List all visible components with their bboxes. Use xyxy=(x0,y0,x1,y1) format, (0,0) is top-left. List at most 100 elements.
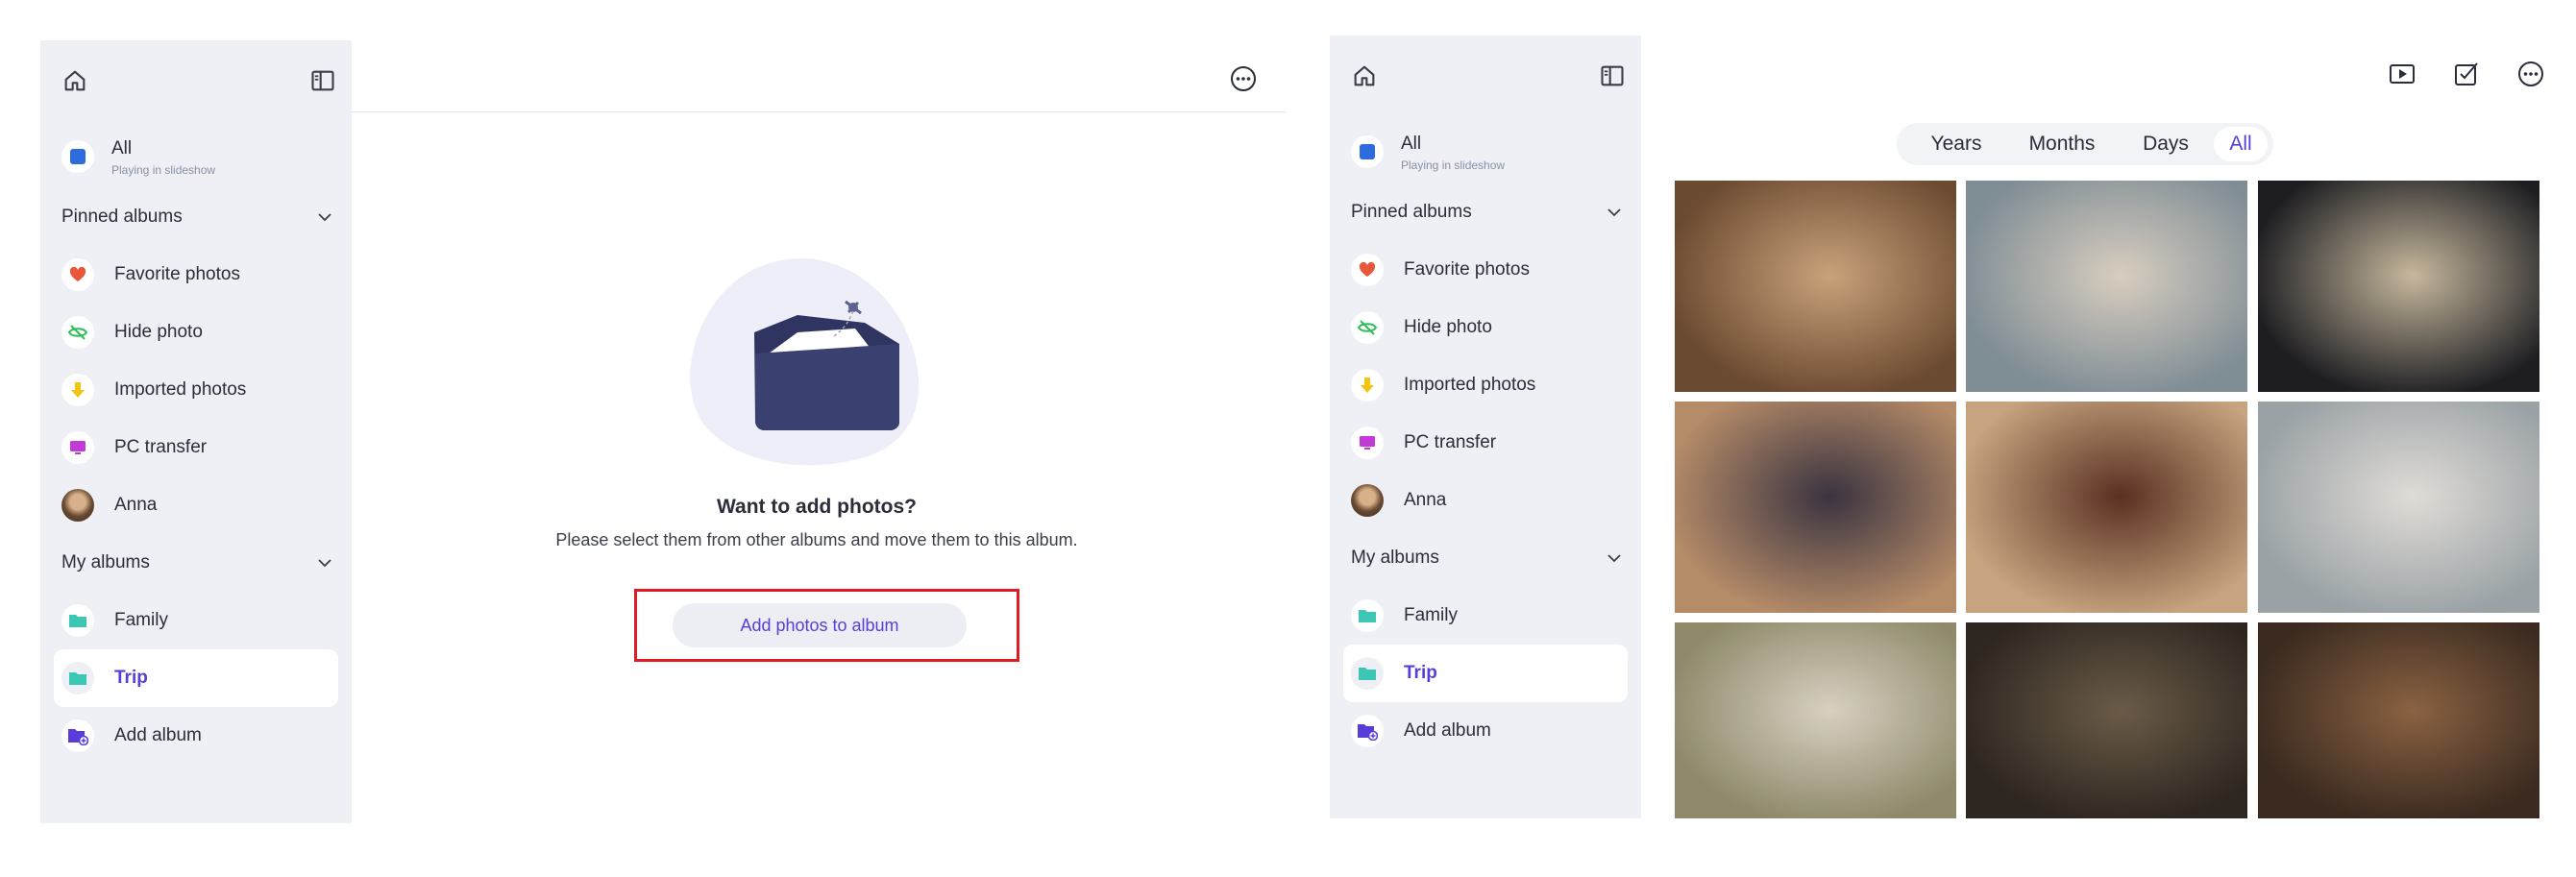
section-label: My albums xyxy=(61,552,150,572)
sidebar-item-hide-photo[interactable]: Hide photo xyxy=(54,304,338,361)
empty-album-illustration xyxy=(690,258,920,466)
folder-icon xyxy=(1351,599,1384,632)
right-window: All Playing in slideshow Pinned albums F… xyxy=(1288,0,2576,877)
sidebar-item-all[interactable]: All Playing in slideshow xyxy=(1343,124,1628,178)
add-photos-button[interactable]: Add photos to album xyxy=(673,603,967,647)
folder-icon xyxy=(61,662,94,694)
header-divider xyxy=(352,111,1286,112)
sidebar-item-hide-photo[interactable]: Hide photo xyxy=(1343,299,1628,356)
add-folder-icon xyxy=(1351,715,1384,747)
sidebar-item-pc-transfer[interactable]: PC transfer xyxy=(54,419,338,476)
section-label: My albums xyxy=(1351,548,1439,568)
sidebar-item-label: Trip xyxy=(114,668,148,688)
folder-icon xyxy=(61,604,94,637)
more-options-icon[interactable] xyxy=(2515,59,2546,89)
photo-4[interactable] xyxy=(1675,402,1956,613)
sidebar-item-label: PC transfer xyxy=(1404,432,1497,452)
sidebar-item-imported-photos[interactable]: Imported photos xyxy=(1343,356,1628,414)
pinned-albums-header[interactable]: Pinned albums xyxy=(61,200,334,234)
heart-icon xyxy=(1351,254,1384,286)
slideshow-status: Playing in slideshow xyxy=(111,163,216,177)
sidebar-item-label: Family xyxy=(1404,605,1458,625)
sidebar-item-label: Hide photo xyxy=(1404,317,1492,337)
add-folder-icon xyxy=(61,719,94,752)
sidebar-item-label: Favorite photos xyxy=(1404,259,1530,280)
sidebar-item-imported-photos[interactable]: Imported photos xyxy=(54,361,338,419)
download-icon xyxy=(1351,369,1384,402)
chevron-down-icon[interactable] xyxy=(315,207,334,227)
photo-8[interactable] xyxy=(1966,622,2247,818)
empty-state: Want to add photos? Please select them f… xyxy=(480,496,1153,553)
photo-6[interactable] xyxy=(2258,402,2539,613)
left-window: All Playing in slideshow Pinned albums F… xyxy=(0,0,1288,877)
sidebar-item-anna[interactable]: Anna xyxy=(1343,472,1628,529)
section-label: Pinned albums xyxy=(61,207,183,227)
sidebar-item-label: PC transfer xyxy=(114,437,208,457)
photo-3[interactable] xyxy=(2258,181,2539,392)
section-label: Pinned albums xyxy=(1351,202,1472,222)
sidebar-toggle-icon[interactable] xyxy=(309,67,336,94)
home-icon[interactable] xyxy=(1351,62,1378,89)
sidebar-item-family[interactable]: Family xyxy=(54,592,338,649)
my-albums-header[interactable]: My albums xyxy=(61,546,334,580)
avatar xyxy=(1351,484,1384,517)
sidebar-item-label: Add album xyxy=(1404,720,1491,741)
sidebar-item-label: All xyxy=(111,138,133,158)
eye-off-icon xyxy=(61,316,94,349)
sidebar-item-label: Add album xyxy=(114,725,202,745)
my-albums-header[interactable]: My albums xyxy=(1351,541,1624,575)
slideshow-status: Playing in slideshow xyxy=(1401,158,1506,172)
tab-months[interactable]: Months xyxy=(2006,127,2118,161)
more-options-icon[interactable] xyxy=(1228,63,1259,94)
sidebar: All Playing in slideshow Pinned albums F… xyxy=(40,40,352,823)
tab-days[interactable]: Days xyxy=(2118,127,2214,161)
sidebar-item-label: Trip xyxy=(1404,663,1437,683)
image-icon xyxy=(61,140,94,173)
sidebar-item-favorite-photos[interactable]: Favorite photos xyxy=(54,246,338,304)
sidebar-item-add-album[interactable]: Add album xyxy=(54,707,338,765)
empty-state-subtitle: Please select them from other albums and… xyxy=(555,530,1078,549)
sidebar-item-anna[interactable]: Anna xyxy=(54,476,338,534)
sidebar-item-label: Anna xyxy=(114,495,158,515)
sidebar-item-label: Hide photo xyxy=(114,322,203,342)
monitor-icon xyxy=(61,431,94,464)
empty-state-title: Want to add photos? xyxy=(716,496,917,518)
sidebar-item-add-album[interactable]: Add album xyxy=(1343,702,1628,760)
chevron-down-icon[interactable] xyxy=(1605,203,1624,222)
download-icon xyxy=(61,374,94,406)
home-icon[interactable] xyxy=(61,67,88,94)
photo-7[interactable] xyxy=(1675,622,1956,818)
sidebar: All Playing in slideshow Pinned albums F… xyxy=(1330,36,1641,818)
sidebar-item-label: Anna xyxy=(1404,490,1447,510)
photo-2[interactable] xyxy=(1966,181,2247,392)
sidebar-item-label: Imported photos xyxy=(1404,375,1536,395)
sidebar-item-label: Family xyxy=(114,610,168,630)
photo-1[interactable] xyxy=(1675,181,1956,392)
chevron-down-icon[interactable] xyxy=(1605,548,1624,568)
pinned-albums-header[interactable]: Pinned albums xyxy=(1351,195,1624,230)
heart-icon xyxy=(61,258,94,291)
eye-off-icon xyxy=(1351,311,1384,344)
select-checkbox-icon[interactable] xyxy=(2451,59,2482,89)
sidebar-item-trip[interactable]: Trip xyxy=(54,649,338,707)
slideshow-play-icon[interactable] xyxy=(2387,59,2417,89)
photo-9[interactable] xyxy=(2258,622,2539,818)
sidebar-item-favorite-photos[interactable]: Favorite photos xyxy=(1343,241,1628,299)
view-mode-tabs: Years Months Days All xyxy=(1897,123,2273,165)
photo-5[interactable] xyxy=(1966,402,2247,613)
chevron-down-icon[interactable] xyxy=(315,553,334,572)
monitor-icon xyxy=(1351,426,1384,459)
tab-years[interactable]: Years xyxy=(1906,127,2006,161)
sidebar-item-label: Imported photos xyxy=(114,379,247,400)
sidebar-item-pc-transfer[interactable]: PC transfer xyxy=(1343,414,1628,472)
folder-icon xyxy=(1351,657,1384,690)
sidebar-item-label: Favorite photos xyxy=(114,264,240,284)
sidebar-item-trip[interactable]: Trip xyxy=(1343,645,1628,702)
avatar xyxy=(61,489,94,522)
sidebar-toggle-icon[interactable] xyxy=(1599,62,1626,89)
tab-all[interactable]: All xyxy=(2214,127,2268,161)
sidebar-item-family[interactable]: Family xyxy=(1343,587,1628,645)
image-icon xyxy=(1351,135,1384,168)
sidebar-item-all[interactable]: All Playing in slideshow xyxy=(54,129,338,183)
sidebar-item-label: All xyxy=(1401,134,1422,154)
